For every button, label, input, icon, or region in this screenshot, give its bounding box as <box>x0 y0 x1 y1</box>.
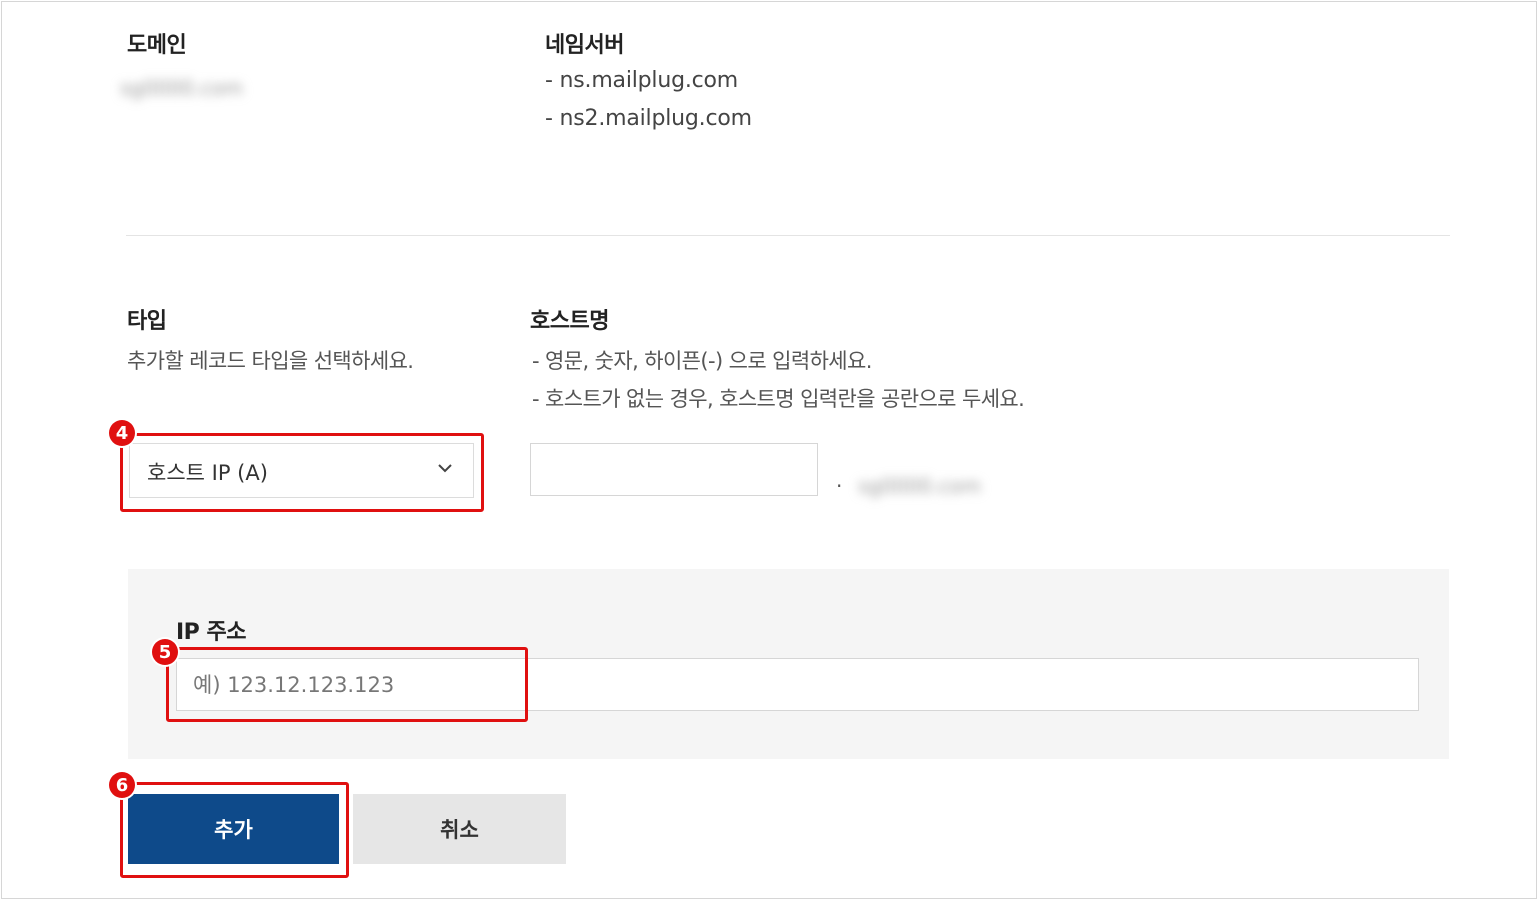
record-type-select[interactable]: 호스트 IP (A) <box>129 443 474 498</box>
type-description: 추가할 레코드 타입을 선택하세요. <box>127 349 414 373</box>
step-5-badge: 5 <box>152 639 178 665</box>
cancel-button[interactable]: 취소 <box>353 794 566 864</box>
nameserver-item: - ns2.mailplug.com <box>545 106 752 131</box>
step-6-badge: 6 <box>109 772 135 798</box>
section-divider <box>126 235 1450 236</box>
domain-value: sg0000.com <box>120 76 244 100</box>
hostname-note: - 호스트가 없는 경우, 호스트명 입력란을 공란으로 두세요. <box>532 387 1025 411</box>
hostname-domain-suffix: sg0000.com <box>858 474 982 498</box>
type-heading: 타입 <box>127 309 167 334</box>
chevron-down-icon <box>438 464 452 473</box>
add-button[interactable]: 추가 <box>128 794 339 864</box>
hostname-note: - 영문, 숫자, 하이픈(-) 으로 입력하세요. <box>532 349 872 373</box>
step-4-badge: 4 <box>109 420 135 446</box>
nameserver-item: - ns.mailplug.com <box>545 68 739 93</box>
record-type-selected: 호스트 IP (A) <box>147 461 268 485</box>
ip-address-label: IP 주소 <box>176 620 246 645</box>
hostname-separator: . <box>836 468 843 492</box>
nameserver-heading: 네임서버 <box>545 33 624 58</box>
ip-address-input[interactable] <box>176 658 1419 711</box>
domain-heading: 도메인 <box>127 33 187 58</box>
hostname-input[interactable] <box>530 443 818 496</box>
hostname-heading: 호스트명 <box>530 309 609 334</box>
